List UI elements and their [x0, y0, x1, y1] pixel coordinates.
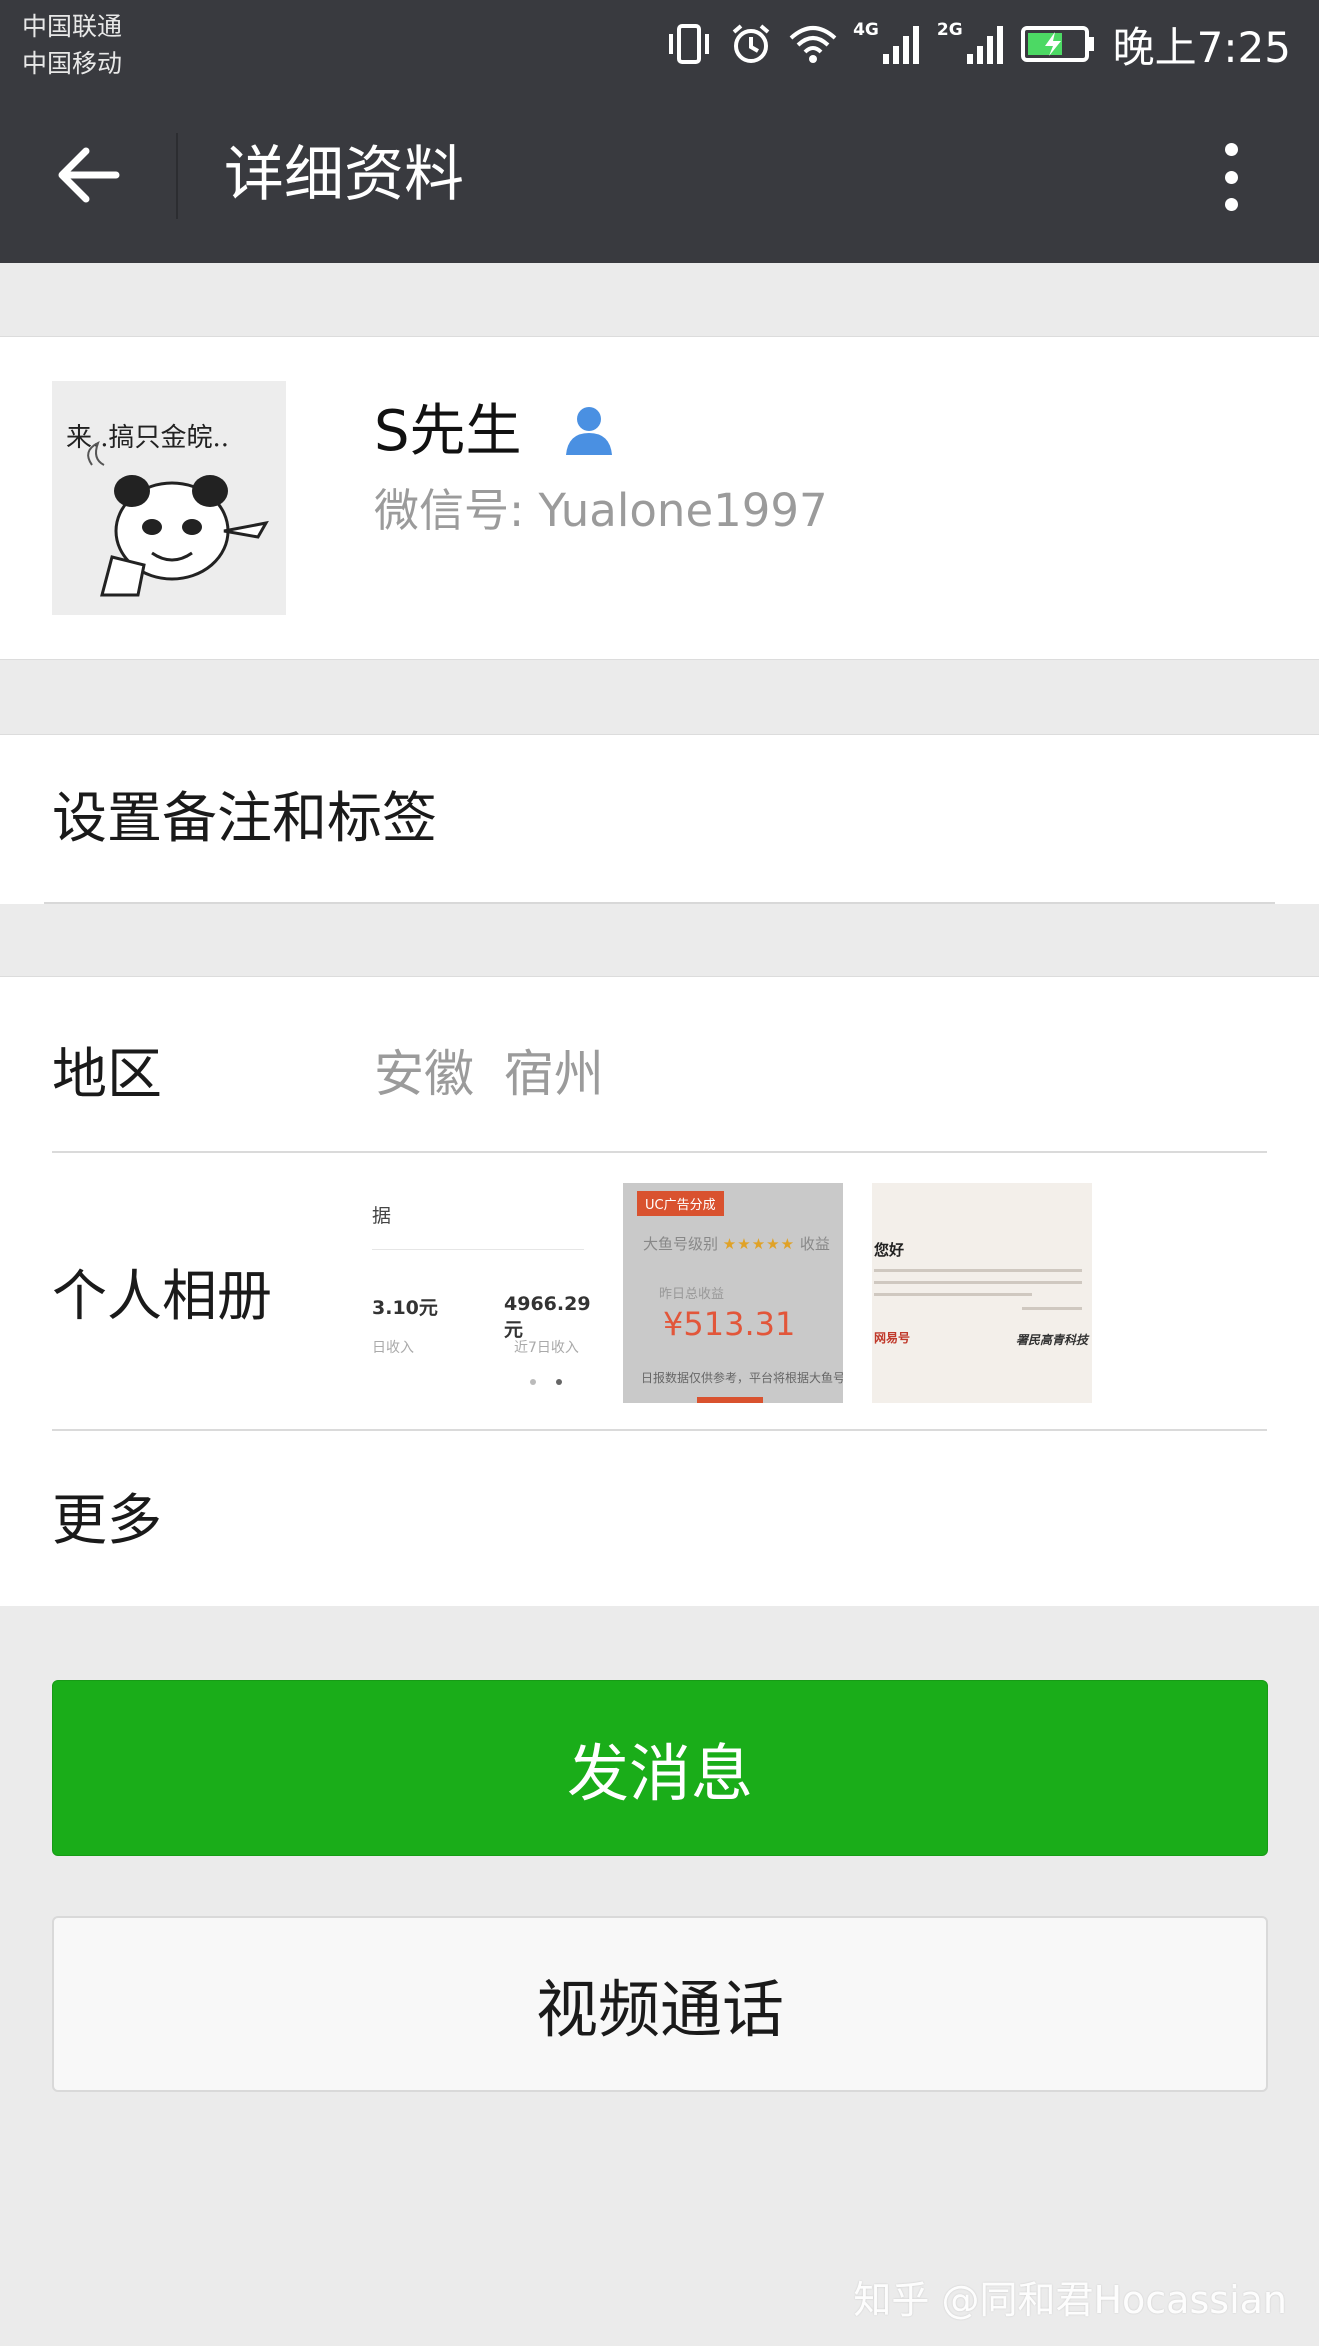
contact-name: S先生	[374, 399, 522, 464]
status-icons: 4G 2G 晚上7:25	[663, 14, 1291, 74]
network-label-1: 4G	[853, 20, 879, 40]
thumbnail-text: 大鱼号级别	[643, 1235, 719, 1253]
region-label: 地区	[52, 1042, 163, 1106]
signal-icon	[881, 22, 923, 66]
send-message-button[interactable]: 发消息	[52, 1680, 1268, 1856]
thumbnail-badge: UC广告分成	[637, 1191, 724, 1216]
thumbnail-text: 收益	[799, 1235, 830, 1253]
watermark: 知乎 @同和君Hocassian	[853, 2278, 1287, 2322]
thumbnail-amount: ¥513.31	[663, 1305, 796, 1343]
vibrate-icon	[663, 22, 715, 66]
panda-meme-icon	[87, 440, 269, 597]
wifi-icon	[787, 22, 839, 66]
wechat-id: 微信号: Yualone1997	[374, 484, 828, 537]
page-title: 详细资料	[224, 140, 464, 210]
thumbnail-text: 大鱼号级别 ★★★★★ 收益	[643, 1233, 830, 1254]
thumbnail-text: 日报数据仅供参考，平台将根据大鱼号可能的	[641, 1371, 843, 1385]
carrier-info: 中国联通 中国移动	[22, 8, 122, 82]
thumbnail-text: 日收入	[372, 1340, 414, 1356]
back-arrow-icon	[58, 147, 120, 203]
thumbnail-text: 近7日收入	[514, 1340, 579, 1356]
carrier-2: 中国移动	[22, 49, 123, 78]
title-divider	[176, 133, 178, 219]
thumbnail-bar	[697, 1397, 763, 1403]
text-line	[874, 1293, 1032, 1296]
remark-row[interactable]: 设置备注和标签	[0, 734, 1319, 904]
info-group: 地区 安徽 宿州 个人相册 据 3.10元 4966.29元 日收入 近7日收入…	[0, 976, 1319, 1606]
more-label[interactable]: 更多	[52, 1485, 162, 1555]
thumbnail-text: 您好	[874, 1241, 905, 1259]
battery-icon	[1020, 22, 1095, 66]
network-label-2: 2G	[936, 20, 963, 40]
rating-stars: ★★★★★	[722, 1235, 796, 1253]
region-value: 安徽 宿州	[374, 1045, 604, 1103]
avatar[interactable]: 来..搞只金皖..	[52, 381, 286, 615]
remark-label: 设置备注和标签	[52, 786, 438, 850]
thumbnail-text: 4966.29元	[504, 1293, 591, 1341]
more-dots-icon	[1224, 143, 1238, 156]
divider	[44, 902, 1275, 904]
divider	[52, 1429, 1267, 1431]
clock: 晚上7:25	[1112, 22, 1291, 72]
video-call-button[interactable]: 视频通话	[52, 1916, 1268, 2092]
album-thumbnail[interactable]: 您好 网易号 署民高青科技	[872, 1183, 1092, 1403]
back-button[interactable]	[48, 139, 128, 211]
text-line	[874, 1269, 1082, 1272]
thumbnail-text: 据	[372, 1205, 392, 1227]
thumbnail-logo: 网易号	[874, 1331, 911, 1345]
thumbnail-text: 3.10元	[372, 1297, 438, 1319]
text-line	[1022, 1307, 1082, 1310]
status-bar: 中国联通 中国移动 4G 2G 晚上7:25	[0, 0, 1319, 87]
album-thumbnail[interactable]: 据 3.10元 4966.29元 日收入 近7日收入	[372, 1183, 592, 1403]
alarm-icon	[729, 22, 773, 66]
profile-card: 来..搞只金皖.. S先生 微信号: Yualone1997	[0, 336, 1319, 660]
thumbnail-text: 昨日总收益	[659, 1287, 725, 1302]
carrier-1: 中国联通	[22, 12, 123, 41]
person-icon	[566, 407, 612, 455]
title-bar: 详细资料	[0, 87, 1319, 263]
divider	[52, 1151, 1267, 1153]
text-line	[874, 1281, 1082, 1284]
thumbnail-text: 署民高青科技	[1015, 1333, 1088, 1347]
signal-icon	[965, 22, 1007, 66]
album-thumbnail[interactable]: UC广告分成 大鱼号级别 ★★★★★ 收益 昨日总收益 ¥513.31 日报数据…	[623, 1183, 843, 1403]
album-label: 个人相册	[52, 1264, 273, 1328]
page-dots	[530, 1379, 562, 1385]
more-options-button[interactable]	[1213, 137, 1249, 217]
divider	[372, 1249, 584, 1250]
